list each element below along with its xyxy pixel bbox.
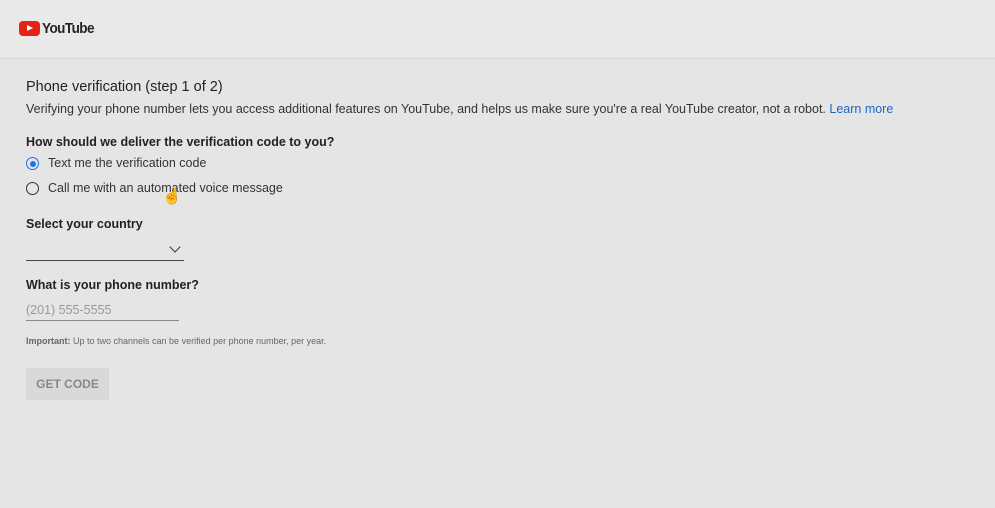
radio-label: Text me the verification code bbox=[48, 156, 207, 170]
description: Verifying your phone number lets you acc… bbox=[26, 102, 893, 116]
note-bold: Important: bbox=[26, 336, 71, 346]
header: YouTube bbox=[0, 0, 995, 59]
get-code-button[interactable]: GET CODE bbox=[26, 368, 109, 400]
phone-label: What is your phone number? bbox=[26, 278, 199, 292]
radio-text-option[interactable]: Text me the verification code bbox=[26, 156, 326, 172]
delivery-question: How should we deliver the verification c… bbox=[26, 135, 335, 149]
phone-input[interactable] bbox=[26, 300, 179, 321]
country-select[interactable] bbox=[26, 238, 184, 261]
radio-selected[interactable] bbox=[26, 157, 39, 170]
logo-text: YouTube bbox=[42, 20, 94, 37]
youtube-logo[interactable]: YouTube bbox=[19, 20, 100, 37]
page-title: Phone verification (step 1 of 2) bbox=[26, 79, 223, 95]
country-label: Select your country bbox=[26, 217, 143, 231]
learn-more-link[interactable]: Learn more bbox=[829, 102, 893, 116]
note-text: Up to two channels can be verified per p… bbox=[70, 336, 327, 346]
youtube-play-icon bbox=[19, 21, 40, 36]
description-text: Verifying your phone number lets you acc… bbox=[26, 102, 826, 116]
hand-cursor-icon: ☝ bbox=[162, 188, 182, 205]
important-note: Important: Up to two channels can be ver… bbox=[26, 336, 326, 346]
chevron-down-icon bbox=[169, 241, 181, 253]
radio-unselected[interactable] bbox=[26, 182, 39, 195]
